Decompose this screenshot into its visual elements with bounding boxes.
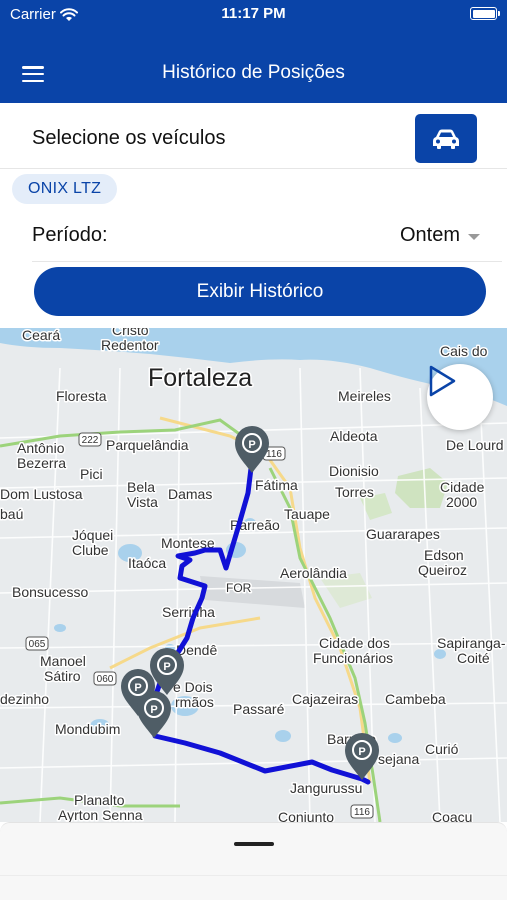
car-icon (433, 129, 459, 149)
play-icon (429, 365, 456, 397)
route-shield-116-south: 116 (354, 807, 370, 818)
map-label-bau: baú (0, 506, 23, 522)
route-shield-060: 060 (97, 674, 114, 685)
parking-marker-label: P (134, 682, 141, 694)
parking-marker-label: P (358, 746, 365, 758)
map-label-jangurussu: Jangurussu (290, 780, 362, 796)
map-label-2000: 2000 (446, 494, 477, 510)
map-label-vista: Vista (127, 494, 158, 510)
chevron-down-icon (468, 233, 480, 240)
map-label-edson: Edson (424, 547, 464, 563)
map-label-cidade-dos: Cidade dos (319, 635, 390, 651)
map-label-cais-do: Cais do (440, 343, 488, 359)
period-row: Período: Ontem (32, 212, 502, 262)
map-label-funcionarios: Funcionários (313, 650, 393, 666)
map-label-tauape: Tauape (284, 506, 330, 522)
map-label-antonio: Antônio (17, 440, 65, 456)
map-label-cambeba: Cambeba (385, 691, 446, 707)
map-label-curio: Curió (425, 741, 459, 757)
map-label-bonsucesso: Bonsucesso (12, 584, 88, 600)
map-label-queiroz: Queiroz (418, 562, 467, 578)
map-label-itaoca: Itaóca (128, 555, 166, 571)
route-shield-116-north: 116 (266, 449, 282, 460)
map-label-irmaos: rmãos (175, 694, 214, 710)
map-label-damas: Damas (168, 486, 212, 502)
map-label-guararapes: Guararapes (366, 526, 440, 542)
map-label-passare: Passaré (233, 701, 285, 717)
clock: 11:17 PM (221, 5, 286, 22)
map-label-torres: Torres (335, 484, 374, 500)
map-label-conjunto: Conjunto (278, 809, 334, 822)
map-label-fatima: Fátima (255, 477, 298, 493)
map-label-bela: Bela (127, 479, 155, 495)
map-label-clube: Clube (72, 542, 109, 558)
parking-marker-label: P (163, 661, 170, 673)
map-label-fortaleza: Fortaleza (148, 364, 252, 392)
map-label-manoel: Manoel (40, 653, 86, 669)
map-label-cidade: Cidade (440, 479, 485, 495)
vehicle-select-label: Selecione os veículos (32, 127, 226, 149)
map-label-joquei: Jóquei (72, 527, 113, 543)
map-label-redentor: Redentor (101, 337, 159, 353)
map-label-satiro: Sátiro (44, 668, 81, 684)
period-label: Período: (32, 224, 108, 246)
map-label-coite: Coité (457, 650, 490, 666)
sheet-divider (0, 875, 507, 876)
map-label-sapiranga: Sapiranga- (437, 635, 506, 651)
sheet-drag-handle[interactable] (234, 842, 274, 846)
status-bar: Carrier 11:17 PM (0, 0, 507, 28)
map-label-dionisio: Dionisio (329, 463, 379, 479)
map-label-meireles: Meireles (338, 388, 391, 404)
parking-marker-label: P (150, 704, 157, 716)
bottom-sheet (0, 822, 507, 900)
map-label-aerolandia: Aerolândia (280, 565, 347, 581)
route-shield-222: 222 (82, 435, 99, 446)
map-label-sejana: sejana (378, 751, 419, 767)
parking-marker-icon[interactable]: P (136, 690, 172, 739)
map-label-dom-lustosa: Dom Lustosa (0, 486, 83, 502)
parking-marker-icon[interactable]: P (234, 425, 270, 474)
map-label-parquelandia: Parquelândia (106, 437, 189, 453)
map-label-coacu: Coaçu (432, 809, 472, 822)
play-button[interactable] (427, 364, 493, 430)
map-label-for: FOR (226, 581, 252, 595)
map-label-bezerra: Bezerra (17, 455, 66, 471)
route-shield-065: 065 (29, 639, 46, 650)
map-label-dois: e Dois (173, 679, 213, 695)
period-select[interactable]: Ontem (400, 224, 480, 247)
map-label-ceara: Ceará (22, 328, 60, 343)
nav-bar: Histórico de Posições (0, 44, 507, 102)
parking-marker-label: P (248, 439, 255, 451)
map-label-mondubim: Mondubim (55, 721, 120, 737)
battery-icon (470, 7, 500, 20)
vehicle-select-row: Selecione os veículos (0, 103, 507, 169)
map-label-de-lourd: De Lourd (446, 437, 504, 453)
map-label-aldeota: Aldeota (330, 428, 378, 444)
top-bar: Carrier 11:17 PM Histórico de Posições (0, 0, 507, 103)
map-view[interactable]: 222 116 065 060 116 Fortaleza Ceará Cris… (0, 328, 507, 822)
map-label-cajazeiras: Cajazeiras (292, 691, 358, 707)
map-label-ayrton: Ayrton Senna (58, 807, 143, 822)
show-history-button[interactable]: Exibir Histórico (34, 267, 486, 316)
selected-vehicle-chip[interactable]: ONIX LTZ (12, 174, 118, 204)
map-label-planalto: Planalto (74, 792, 125, 808)
map-label-dezinho: dezinho (0, 691, 49, 707)
select-vehicle-button[interactable] (415, 114, 477, 163)
period-value: Ontem (399, 224, 460, 246)
page-title: Histórico de Posições (162, 62, 345, 83)
map-label-pici: Pici (80, 466, 103, 482)
map-label-floresta: Floresta (56, 388, 107, 404)
map-label-serrinha: Serrinha (162, 604, 215, 620)
